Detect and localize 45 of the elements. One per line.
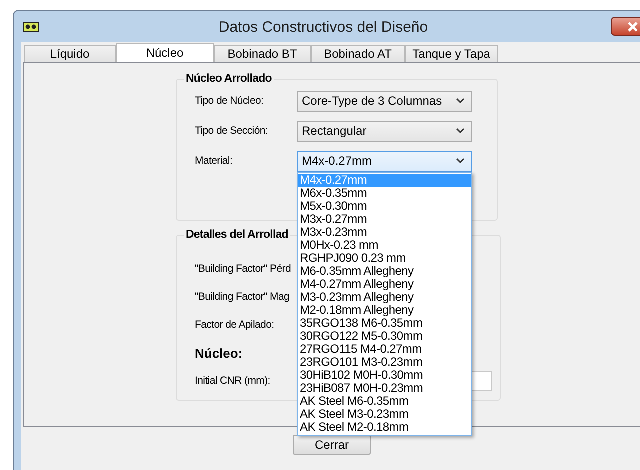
dropdown-option[interactable]: M2-0.18mm Allegheny — [298, 304, 471, 316]
tab[interactable]: Bobinado AT — [311, 45, 405, 62]
dropdown[interactable]: Rectangular — [297, 120, 472, 142]
dropdown-option[interactable]: M6x-0.35mm — [298, 186, 471, 200]
dropdown-option[interactable]: AK Steel M6-0.35mm — [298, 394, 471, 408]
section-label: Núcleo: — [195, 346, 243, 360]
input-field[interactable] — [470, 371, 492, 391]
tab[interactable]: Líquido — [24, 45, 116, 62]
close-dialog-button[interactable]: Cerrar — [293, 435, 371, 455]
field-label: Tipo de Sección: — [195, 125, 270, 137]
field-label: "Building Factor" Pérd — [195, 263, 292, 275]
field-label: Factor de Apilado: — [195, 319, 276, 331]
dropdown-option[interactable]: M6-0.35mm Allegheny — [298, 264, 471, 278]
group-title: Detalles del Arrollad — [185, 229, 290, 241]
tab[interactable]: Bobinado BT — [214, 45, 311, 62]
field-label: Tipo de Núcleo: — [195, 95, 265, 107]
dropdown-option[interactable]: 23HiB087 M0H-0.23mm — [298, 382, 471, 394]
caret-icon — [456, 158, 465, 164]
tab[interactable]: Tanque y Tapa — [405, 45, 498, 62]
dropdown-option[interactable]: M3-0.23mm Allegheny — [298, 290, 471, 304]
field-label: Material: — [195, 155, 234, 167]
dropdown-option[interactable]: M3x-0.27mm — [298, 212, 471, 226]
dropdown-option[interactable]: 23RGO101 M3-0.23mm — [298, 356, 471, 368]
dropdown-option[interactable]: AK Steel M2-0.18mm — [298, 420, 471, 434]
dropdown-option[interactable]: M0Hx-0.23 mm — [298, 238, 471, 252]
dropdown-option[interactable]: M3x-0.23mm — [298, 226, 471, 238]
caret-icon — [456, 128, 465, 134]
dropdown-option[interactable]: AK Steel M3-0.23mm — [298, 408, 471, 420]
window-title: Datos Constructivos del Diseño — [218, 19, 430, 36]
dropdown-option[interactable]: M5x-0.30mm — [298, 200, 471, 212]
dropdown-option[interactable]: 27RGO115 M4-0.27mm — [298, 342, 471, 356]
dropdown-option[interactable]: 30RGO122 M5-0.30mm — [298, 330, 471, 342]
caret-icon — [456, 98, 465, 104]
dropdown[interactable]: Core-Type de 3 Columnas — [297, 90, 472, 112]
dropdown[interactable]: M4x-0.27mm — [297, 150, 472, 172]
app-icon — [23, 22, 39, 32]
field-label: "Building Factor" Mag — [195, 291, 291, 303]
dropdown-option[interactable]: M4-0.27mm Allegheny — [298, 278, 471, 290]
tab[interactable]: Núcleo — [116, 43, 214, 62]
group-title: Núcleo Arrollado — [185, 73, 273, 85]
dropdown-option[interactable]: 35RGO138 M6-0.35mm — [298, 316, 471, 330]
dropdown-option[interactable]: 30HiB102 M0H-0.30mm — [298, 368, 471, 382]
field-label: Initial CNR (mm): — [195, 375, 272, 387]
dropdown-option[interactable]: RGHPJ090 0.23 mm — [298, 252, 471, 264]
close-icon — [627, 22, 639, 32]
